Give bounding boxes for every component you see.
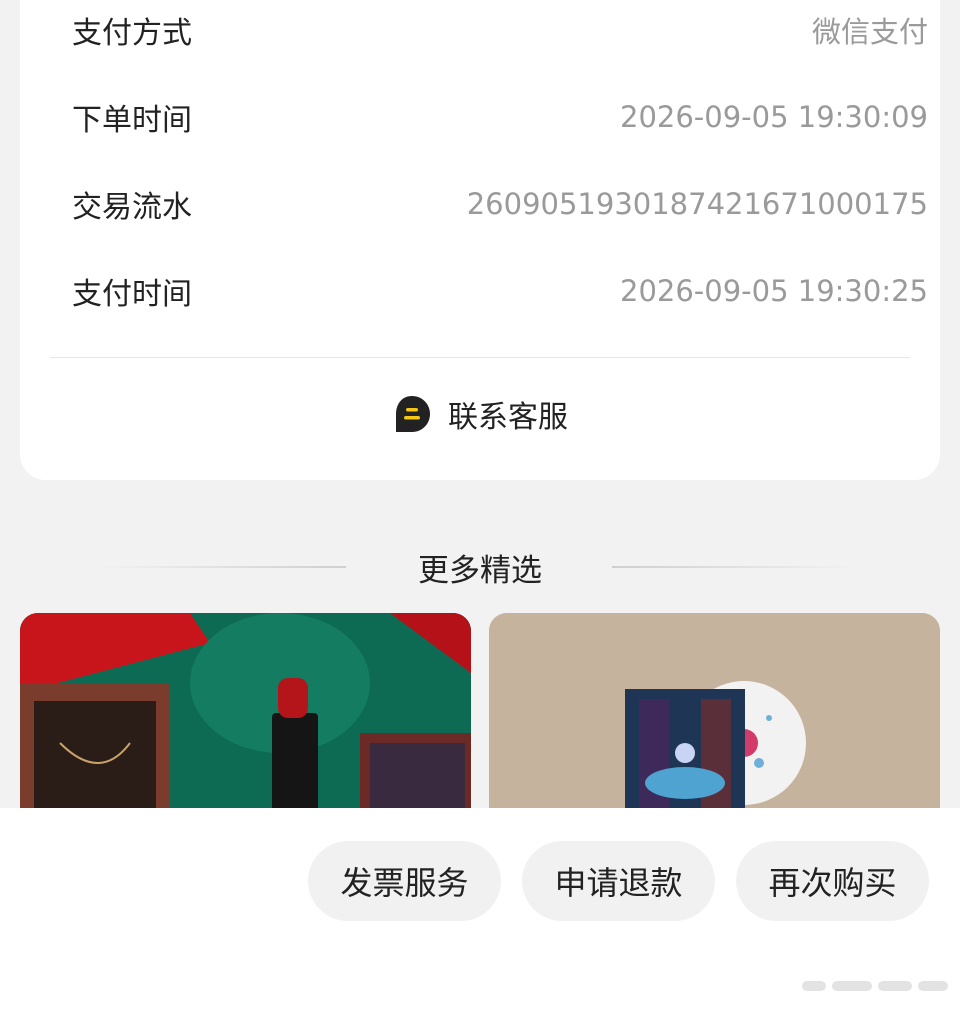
payment-method-label: 支付方式 <box>72 16 192 51</box>
product-card-lipstick-gift-set[interactable] <box>20 613 471 813</box>
vinyl-record-image <box>489 613 940 813</box>
section-line-right <box>612 566 860 568</box>
payment-method-value: 微信支付 <box>811 15 928 49</box>
request-refund-button[interactable]: 申请退款 <box>522 841 715 921</box>
order-time-row: 下单时间 2026-09-05 19:30:09 <box>72 95 928 139</box>
watermark-icon <box>802 981 948 991</box>
payment-time-row: 支付时间 2026-09-05 19:30:25 <box>72 269 928 313</box>
product-card-vinyl-record[interactable] <box>489 613 940 813</box>
chat-bubble-icon <box>396 396 430 432</box>
order-time-label: 下单时间 <box>72 103 192 138</box>
transaction-id-row: 交易流水 2609051930187421671000175 <box>72 182 928 226</box>
buy-again-button[interactable]: 再次购买 <box>736 841 929 921</box>
invoice-service-button[interactable]: 发票服务 <box>308 841 501 921</box>
contact-service-button[interactable]: 联系客服 <box>0 388 960 440</box>
card-divider <box>50 357 910 358</box>
payment-time-value: 2026-09-05 19:30:25 <box>620 274 928 308</box>
transaction-id-value[interactable]: 2609051930187421671000175 <box>467 187 928 221</box>
payment-method-row: 支付方式 微信支付 <box>72 8 928 52</box>
payment-time-label: 支付时间 <box>72 277 192 312</box>
order-time-value: 2026-09-05 19:30:09 <box>620 100 928 134</box>
transaction-id-label: 交易流水 <box>72 190 192 225</box>
lipstick-gift-set-image <box>20 613 471 813</box>
contact-service-label: 联系客服 <box>448 400 568 435</box>
